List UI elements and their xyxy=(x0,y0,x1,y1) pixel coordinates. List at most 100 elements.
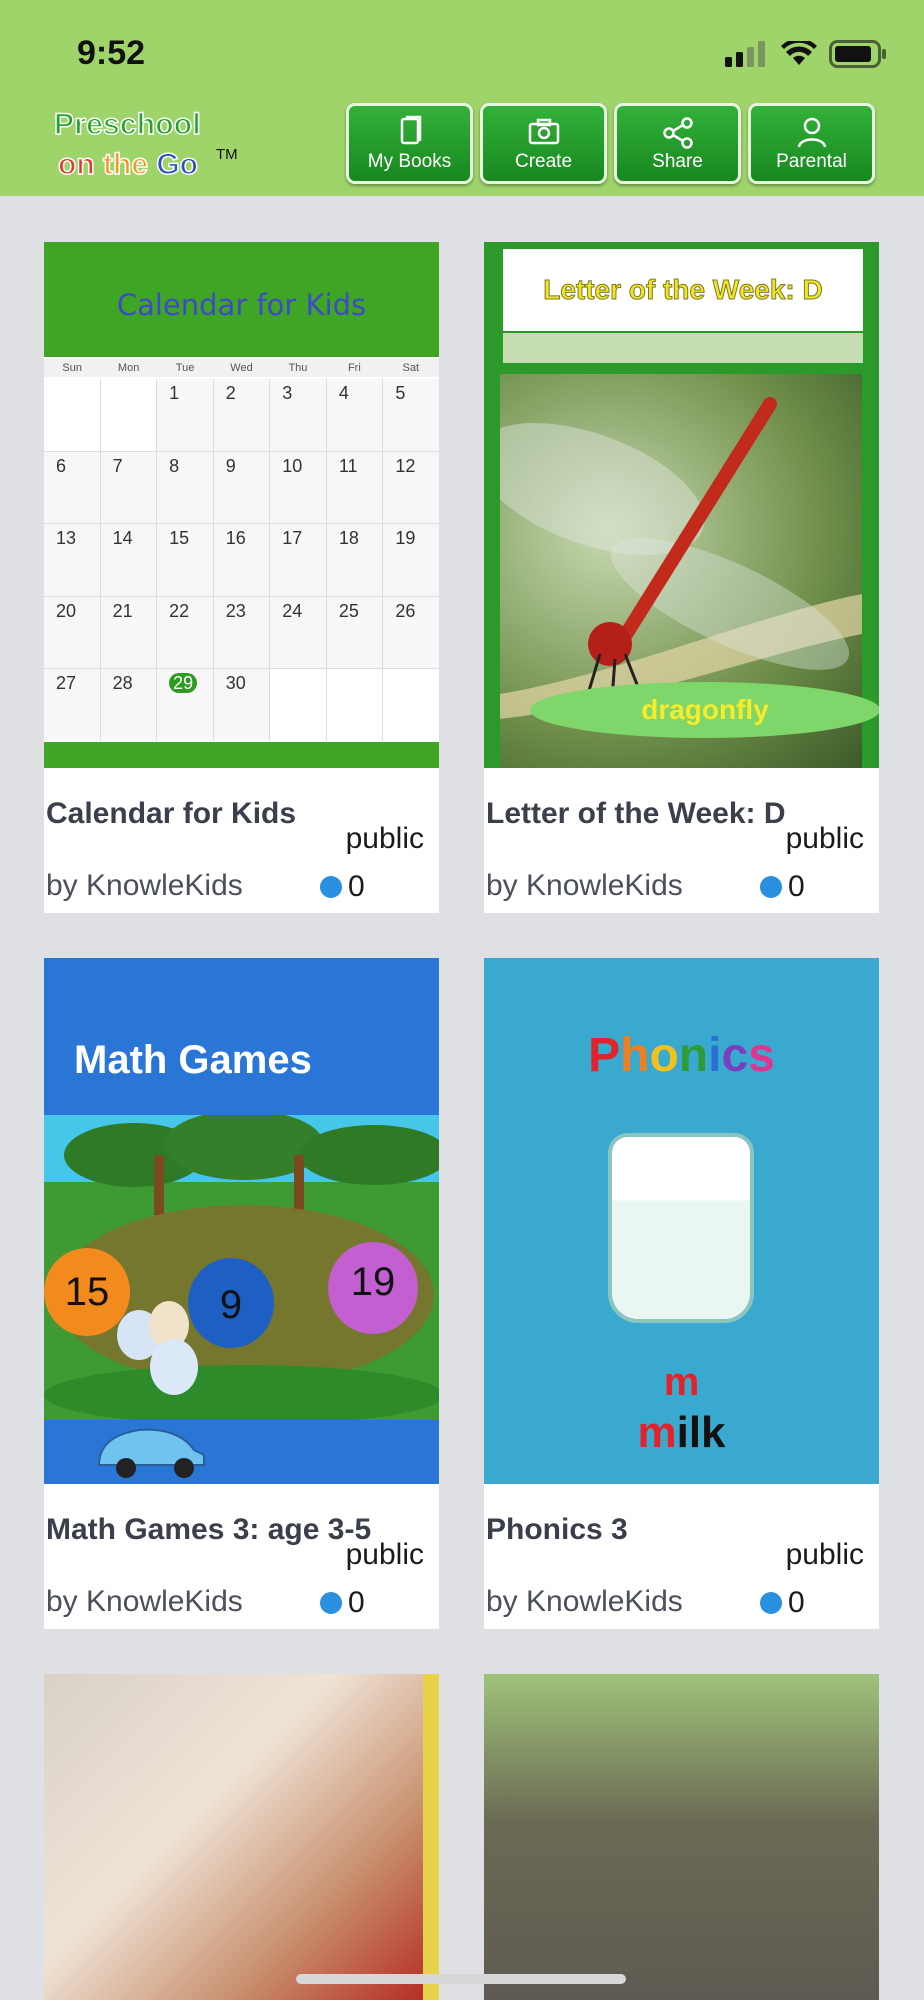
calendar-day: 19 xyxy=(383,524,439,596)
calendar-day: 16 xyxy=(213,524,270,596)
calendar-day: 17 xyxy=(270,524,326,596)
book-card-letter-of-the-week[interactable]: Letter of the Week: D dragonfly Letter o… xyxy=(484,242,879,913)
calendar-day: 21 xyxy=(100,596,157,669)
calendar-day: 29 xyxy=(157,669,213,741)
calendar-day: 5 xyxy=(383,379,439,451)
calendar-day: 8 xyxy=(157,451,213,524)
thumbs-up-icon[interactable] xyxy=(760,1592,782,1614)
calendar-day: 24 xyxy=(270,596,326,669)
cover-heading: Math Games xyxy=(74,1038,312,1082)
cover-caption: dragonfly xyxy=(530,682,879,738)
cover-heading: Calendar for Kids xyxy=(116,288,367,322)
calendar-day: 13 xyxy=(44,524,100,596)
book-cover[interactable]: Calendar for Kids Sun Mon Tue Wed Thu Fri Sat … xyxy=(44,242,439,768)
like-count[interactable]: 0 xyxy=(760,1586,805,1620)
cover-heading: Phonics xyxy=(588,1029,775,1082)
thumbs-up-icon[interactable] xyxy=(760,876,782,898)
calendar-day: 1 xyxy=(157,379,213,451)
calendar-day: 3 xyxy=(270,379,326,451)
visibility-label: public xyxy=(345,1538,424,1571)
book-cover[interactable] xyxy=(484,1674,879,2000)
home-indicator[interactable] xyxy=(296,1974,626,1984)
app-logo: Preschool on the Go TM xyxy=(53,107,238,182)
weekday-label: Sun xyxy=(62,362,82,374)
weekday-label: Sat xyxy=(402,362,420,374)
book-author: by KnowleKids xyxy=(46,869,243,902)
book-cover[interactable] xyxy=(44,1674,439,2000)
thumbs-up-icon[interactable] xyxy=(320,876,342,898)
like-count[interactable]: 0 xyxy=(760,870,805,904)
book-card-phonics[interactable]: Phonics m milk Phonics 3 public by Knowl… xyxy=(484,958,879,1629)
camera-icon xyxy=(528,118,559,145)
balloon-15: 15 xyxy=(44,1248,130,1336)
calendar-day: 6 xyxy=(44,451,100,524)
book-cover[interactable]: Math Games 15 9 19 xyxy=(44,958,439,1484)
baby-photo xyxy=(44,1674,439,2000)
calendar-day: 18 xyxy=(326,524,383,596)
visibility-label: public xyxy=(785,1538,864,1571)
thumbs-up-icon[interactable] xyxy=(320,1592,342,1614)
calendar-day: 2 xyxy=(213,379,270,451)
book-cover[interactable]: Letter of the Week: D dragonfly xyxy=(484,242,879,768)
book-author: by KnowleKids xyxy=(46,1585,243,1618)
calendar-day: 10 xyxy=(270,451,326,524)
visibility-label: public xyxy=(345,822,424,855)
share-icon xyxy=(662,117,693,149)
calendar-day: 9 xyxy=(213,451,270,524)
calendar-day: 15 xyxy=(157,524,213,596)
weekday-label: Thu xyxy=(288,362,308,374)
calendar-day: 25 xyxy=(326,596,383,669)
top-bar: 9:52 Preschool on the Go TM My Books Cre… xyxy=(0,0,924,196)
status-time: 9:52 xyxy=(77,34,146,72)
book-title[interactable]: Calendar for Kids xyxy=(46,797,296,831)
calendar-day: 7 xyxy=(100,451,157,524)
status-icons xyxy=(725,40,887,68)
book-card-math-games[interactable]: Math Games 15 9 19 Math Games 3: age 3-5… xyxy=(44,958,439,1629)
book-title[interactable]: Phonics 3 xyxy=(486,1513,628,1547)
weekday-label: Wed xyxy=(230,362,253,374)
calendar-day: 4 xyxy=(326,379,383,451)
park-scene: 15 9 19 xyxy=(44,1110,439,1425)
share-button[interactable]: Share xyxy=(614,103,741,184)
calendar-day: 20 xyxy=(44,596,100,669)
calendar-grid: 1 2 3 4 5 6 7 8 9 10 11 12 13 14 15 16 17 18 19 20 21 22 23 24 2… xyxy=(44,379,439,741)
battery-icon xyxy=(829,40,886,68)
cover-heading: Letter of the Week: D xyxy=(503,249,863,331)
calendar-day: 28 xyxy=(100,669,157,741)
calendar-day xyxy=(270,669,326,741)
calendar-day: 22 xyxy=(157,596,213,669)
calendar-weekdays: Sun Mon Tue Wed Thu Fri Sat xyxy=(44,359,439,377)
balloon-19: 19 xyxy=(328,1242,418,1334)
book-card-baby-photo[interactable] xyxy=(44,1674,439,2000)
wifi-icon xyxy=(781,41,817,65)
my-books-button[interactable]: My Books xyxy=(346,103,473,184)
weekday-label: Tue xyxy=(175,362,195,374)
calendar-day: 27 xyxy=(44,669,100,741)
book-author: by KnowleKids xyxy=(486,869,683,902)
cover-word: milk xyxy=(637,1408,726,1457)
visibility-label: public xyxy=(785,822,864,855)
weekday-label: Mon xyxy=(117,362,140,374)
person-icon xyxy=(797,117,826,148)
create-button[interactable]: Create xyxy=(480,103,607,184)
calendar-day xyxy=(383,669,439,741)
calendar-day xyxy=(326,669,383,741)
car-icon xyxy=(97,1428,205,1478)
cover-letter: m xyxy=(663,1360,700,1404)
calendar-day xyxy=(44,379,100,451)
like-count[interactable]: 0 xyxy=(320,870,365,904)
book-card-calendar[interactable]: Calendar for Kids Sun Mon Tue Wed Thu Fri Sat … xyxy=(44,242,439,913)
signal-icon xyxy=(725,41,765,67)
like-count[interactable]: 0 xyxy=(320,1586,365,1620)
book-title[interactable]: Letter of the Week: D xyxy=(486,797,786,831)
book-title[interactable]: Math Games 3: age 3-5 xyxy=(46,1513,371,1547)
calendar-day: 23 xyxy=(213,596,270,669)
book-card-forest-photo[interactable] xyxy=(484,1674,879,2000)
balloon-9: 9 xyxy=(188,1258,274,1348)
calendar-day: 11 xyxy=(326,451,383,524)
book-cover[interactable]: Phonics m milk xyxy=(484,958,879,1484)
parental-button[interactable]: Parental xyxy=(748,103,875,184)
calendar-day xyxy=(100,379,157,451)
book-author: by KnowleKids xyxy=(486,1585,683,1618)
calendar-day: 12 xyxy=(383,451,439,524)
